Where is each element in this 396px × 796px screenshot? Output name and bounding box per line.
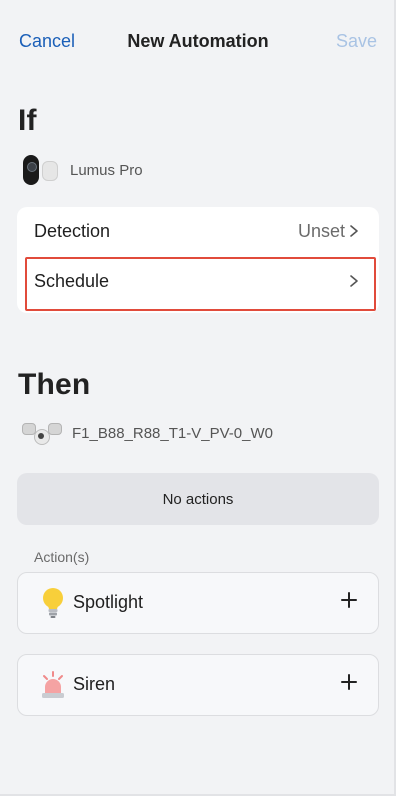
floodlight-camera-icon: [20, 419, 62, 447]
trigger-device: Lumus Pro: [20, 153, 143, 187]
chevron-right-icon: [350, 225, 358, 237]
conditions-card: Detection Unset Schedule: [17, 207, 379, 313]
then-section-title: Then: [18, 368, 91, 401]
trigger-device-name: Lumus Pro: [70, 161, 143, 179]
spotlight-action-card[interactable]: Spotlight: [17, 572, 379, 634]
no-actions-placeholder: No actions: [17, 473, 379, 525]
siren-action-label: Siren: [73, 674, 116, 694]
detection-value: Unset: [297, 220, 345, 241]
action-device: F1_B88_R88_T1-V_PV-0_W0: [20, 416, 273, 450]
siren-icon: [42, 671, 64, 698]
spotlight-action-label: Spotlight: [73, 592, 144, 612]
chevron-right-icon: [350, 275, 358, 287]
detection-label: Detection: [34, 220, 111, 241]
if-section-title: If: [18, 104, 37, 137]
plus-icon[interactable]: [340, 591, 358, 609]
camera-icon: [20, 153, 60, 187]
schedule-label: Schedule: [34, 270, 110, 291]
top-bar: Cancel New Automation Save: [0, 0, 396, 82]
detection-row[interactable]: Detection Unset: [17, 207, 379, 255]
actions-section-label: Action(s): [34, 549, 90, 565]
save-button[interactable]: Save: [336, 31, 377, 52]
schedule-row[interactable]: Schedule: [17, 257, 379, 305]
action-device-name: F1_B88_R88_T1-V_PV-0_W0: [72, 424, 273, 442]
light-bulb-icon: [43, 588, 63, 618]
siren-action-card[interactable]: Siren: [17, 654, 379, 716]
plus-icon[interactable]: [340, 673, 358, 691]
